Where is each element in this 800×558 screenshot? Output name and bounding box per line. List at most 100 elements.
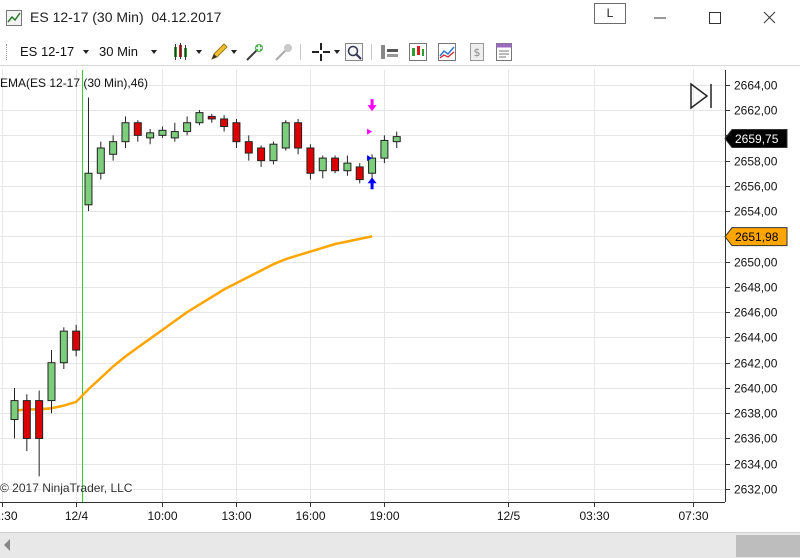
price-axis: 2632,00 2634,00 2636,00 2638,00 2640,00 2642,… (724, 70, 788, 502)
candle (244, 135, 253, 161)
maximize-button[interactable] (700, 6, 730, 28)
y-tick-label: 2648,00 (734, 281, 778, 295)
chevron-down-icon[interactable] (151, 50, 157, 54)
grid (0, 70, 725, 502)
y-tick-label: 2658,00 (734, 155, 778, 169)
chart-app-icon (6, 10, 22, 26)
candle-body-up (170, 131, 179, 139)
scroll-left-icon[interactable] (4, 539, 10, 551)
candle-body-up (380, 139, 389, 159)
bar-style-icon[interactable] (171, 41, 193, 63)
toolbar-grip[interactable] (6, 44, 10, 60)
window-title: ES 12-17 (30 Min) 04.12.2017 (30, 9, 222, 25)
candle-body-down (232, 122, 241, 143)
toolbar-separator (300, 44, 301, 60)
candle-body-up (318, 157, 327, 172)
minimize-button[interactable] (645, 6, 675, 28)
x-tick-label: 02:30 (0, 509, 18, 523)
add-indicator-icon[interactable] (244, 41, 266, 63)
properties-icon[interactable] (493, 41, 515, 63)
candles (10, 97, 401, 477)
candle (257, 145, 266, 167)
chart-toolbar: ES 12-17 30 Min $ (0, 38, 800, 66)
candle-body-down (22, 400, 31, 439)
candle (146, 129, 155, 145)
x-tick-label: 19:00 (369, 509, 399, 523)
candle-body-up (84, 172, 93, 206)
x-tick-label: 13:00 (221, 509, 251, 523)
candle (207, 113, 216, 123)
y-tick-label: 2632,00 (734, 483, 778, 497)
y-tick-label: 2654,00 (734, 205, 778, 219)
candle (59, 327, 68, 370)
candle-body-down (355, 166, 364, 181)
y-tick-label: 2634,00 (734, 458, 778, 472)
toolbar-separator (371, 44, 372, 60)
candle-body-up (158, 129, 167, 136)
y-tick-label: 2644,00 (734, 331, 778, 345)
strategies-icon[interactable]: $ (466, 41, 488, 63)
chevron-down-icon[interactable] (83, 50, 89, 54)
y-tick-label: 2646,00 (734, 306, 778, 320)
price-chart[interactable]: 2632,00 2634,00 2636,00 2638,00 2640,00 2642,… (0, 68, 800, 532)
candle (220, 115, 229, 132)
candle (35, 390, 44, 477)
ema-value-marker-label: 2651,98 (735, 230, 779, 244)
crosshair-icon[interactable] (310, 41, 332, 63)
candle (22, 394, 31, 452)
arrow-down-icon (367, 99, 377, 112)
link-button[interactable]: L (594, 3, 626, 24)
y-tick-label: 2636,00 (734, 432, 778, 446)
instrument-selector[interactable]: ES 12-17 (20, 44, 74, 59)
candle-body-down (331, 157, 340, 172)
candle (294, 118, 303, 155)
candle (72, 324, 81, 357)
candle-body-up (121, 122, 130, 143)
candle (183, 116, 192, 136)
data-series-icon[interactable] (436, 41, 458, 63)
chevron-down-icon[interactable] (196, 50, 202, 54)
trade-panel-icon[interactable] (379, 41, 401, 63)
candle-body-up (269, 143, 278, 162)
close-button[interactable] (755, 6, 785, 28)
last-price-marker-label: 2659,75 (735, 132, 779, 146)
y-tick-label: 2640,00 (734, 382, 778, 396)
candle (84, 97, 93, 212)
candle-body-up (146, 132, 155, 139)
candle-body-down (133, 122, 142, 136)
candle (195, 110, 204, 126)
remove-indicator-icon[interactable] (273, 41, 295, 63)
candle-body-down (257, 147, 266, 162)
y-tick-label: 2662,00 (734, 104, 778, 118)
x-tick-label: 10:00 (147, 509, 177, 523)
horizontal-scrollbar[interactable] (0, 532, 800, 558)
chart-trader-icon[interactable] (407, 41, 429, 63)
candle (10, 387, 19, 439)
chevron-down-icon[interactable] (231, 50, 237, 54)
svg-text:$: $ (474, 46, 481, 59)
candle (343, 155, 352, 176)
scrollbar-thumb[interactable] (736, 535, 800, 557)
chevron-down-icon[interactable] (334, 50, 340, 54)
interval-selector[interactable]: 30 Min (99, 44, 138, 59)
candle-body-up (368, 157, 377, 174)
candle-body-up (392, 136, 401, 143)
candle (318, 155, 327, 179)
y-tick-label: 2650,00 (734, 256, 778, 270)
zoom-icon[interactable] (343, 41, 365, 63)
candle (355, 163, 364, 184)
candle (269, 141, 278, 165)
candle-body-down (207, 115, 216, 120)
candle-body-up (96, 147, 105, 174)
candle-body-down (72, 330, 81, 351)
candle-body-up (109, 141, 118, 155)
y-tick-label: 2642,00 (734, 357, 778, 371)
candle-body-down (306, 147, 315, 174)
candle (96, 141, 105, 180)
candle (380, 135, 389, 164)
y-tick-label: 2656,00 (734, 180, 778, 194)
time-axis: 02:30 12/4 10:00 13:00 16:00 19:00 12/5 03:30 07… (0, 502, 725, 523)
candle-body-up (183, 122, 192, 133)
candle (232, 118, 241, 148)
drawing-tool-icon[interactable] (208, 41, 230, 63)
